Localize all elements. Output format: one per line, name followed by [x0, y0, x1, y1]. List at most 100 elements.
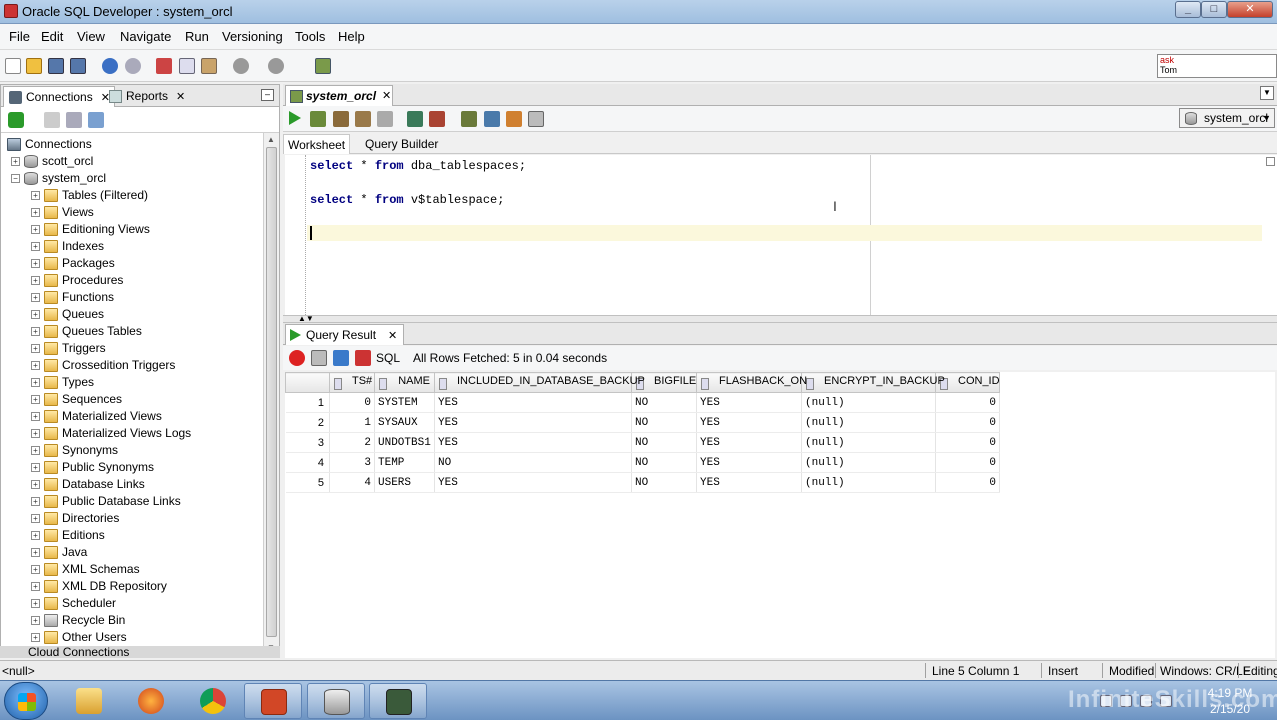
- expand-icon[interactable]: +: [31, 395, 40, 405]
- row-number[interactable]: 3: [285, 432, 330, 453]
- expand-icon[interactable]: +: [31, 412, 40, 422]
- run-statement-icon[interactable]: [289, 111, 301, 125]
- save-all-icon[interactable]: [70, 58, 86, 74]
- expand-icon[interactable]: +: [31, 531, 40, 541]
- tree-node[interactable]: + Queues Tables: [31, 324, 142, 341]
- run-script-icon[interactable]: [310, 111, 326, 127]
- ask-tom-search[interactable]: ask Tom: [1157, 54, 1277, 78]
- row-number[interactable]: 5: [285, 472, 330, 493]
- paste-icon[interactable]: [201, 58, 217, 74]
- expand-icon[interactable]: +: [31, 582, 40, 592]
- sql-worksheet-icon[interactable]: [315, 58, 331, 74]
- table-cell[interactable]: 0: [935, 432, 1000, 453]
- filter-icon[interactable]: [66, 112, 82, 128]
- tree-node[interactable]: + Database Links: [31, 477, 145, 494]
- table-row[interactable]: 3 2 UNDOTBS1 YES NO YES (null) 0: [285, 432, 1000, 453]
- expand-icon[interactable]: +: [31, 378, 40, 388]
- tree-node[interactable]: + Packages: [31, 256, 115, 273]
- column-header[interactable]: TS#: [329, 372, 375, 393]
- tab-connections[interactable]: Connections ✕: [3, 86, 115, 107]
- expand-icon[interactable]: +: [31, 310, 40, 320]
- cloud-connections-bar[interactable]: Cloud Connections: [0, 646, 280, 658]
- expand-icon[interactable]: +: [31, 259, 40, 269]
- menu-edit[interactable]: Edit: [41, 29, 63, 44]
- column-header[interactable]: FLASHBACK_ON: [696, 372, 807, 393]
- tree-node[interactable]: + scott_orcl: [11, 154, 93, 171]
- undo-icon[interactable]: [102, 58, 118, 74]
- tree-node[interactable]: + Scheduler: [31, 596, 116, 613]
- row-number[interactable]: 2: [285, 412, 330, 433]
- table-cell[interactable]: YES: [434, 412, 632, 433]
- table-row[interactable]: 4 3 TEMP NO NO YES (null) 0: [285, 452, 1000, 473]
- column-header[interactable]: CON_ID: [935, 372, 1000, 393]
- rollback-icon[interactable]: [429, 111, 445, 127]
- menu-help[interactable]: Help: [338, 29, 365, 44]
- expand-icon[interactable]: +: [31, 446, 40, 456]
- table-cell[interactable]: 0: [935, 412, 1000, 433]
- expand-icon[interactable]: +: [31, 191, 40, 201]
- tree-node[interactable]: + Functions: [31, 290, 114, 307]
- row-number[interactable]: 4: [285, 452, 330, 473]
- table-cell[interactable]: YES: [696, 412, 802, 433]
- row-number[interactable]: 1: [285, 392, 330, 413]
- unshared-sql-icon[interactable]: [461, 111, 477, 127]
- table-cell[interactable]: (null): [801, 412, 936, 433]
- expand-icon[interactable]: +: [31, 242, 40, 252]
- tab-worksheet[interactable]: Worksheet: [283, 134, 351, 154]
- table-cell[interactable]: NO: [631, 452, 697, 473]
- copy-icon[interactable]: [179, 58, 195, 74]
- add-connection-icon[interactable]: [8, 112, 24, 128]
- scroll-up-icon[interactable]: ▲: [267, 135, 275, 144]
- cut-icon[interactable]: [156, 58, 172, 74]
- table-cell[interactable]: 0: [935, 452, 1000, 473]
- tree-node[interactable]: + Synonyms: [31, 443, 118, 460]
- commit-icon[interactable]: [407, 111, 423, 127]
- expand-icon[interactable]: +: [31, 344, 40, 354]
- taskbar-recorder[interactable]: [369, 683, 427, 719]
- save-icon[interactable]: [48, 58, 64, 74]
- tab-system-orcl[interactable]: system_orcl ✕: [285, 85, 393, 106]
- print-icon[interactable]: [311, 350, 327, 366]
- table-cell[interactable]: YES: [434, 432, 632, 453]
- table-row[interactable]: 2 1 SYSAUX YES NO YES (null) 0: [285, 412, 1000, 433]
- table-cell[interactable]: 4: [329, 472, 375, 493]
- tree-node[interactable]: + XML DB Repository: [31, 579, 167, 596]
- expand-icon[interactable]: +: [31, 633, 40, 643]
- tree-node[interactable]: + Types: [31, 375, 94, 392]
- table-cell[interactable]: YES: [696, 392, 802, 413]
- taskbar-sql-developer[interactable]: [307, 683, 365, 719]
- tree-node[interactable]: + Tables (Filtered): [31, 188, 148, 205]
- table-cell[interactable]: UNDOTBS1: [374, 432, 435, 453]
- tree-node[interactable]: + Queues: [31, 307, 104, 324]
- table-cell[interactable]: SYSAUX: [374, 412, 435, 433]
- start-button[interactable]: [4, 682, 48, 720]
- column-header[interactable]: ENCRYPT_IN_BACKUP: [801, 372, 945, 393]
- table-cell[interactable]: NO: [631, 392, 697, 413]
- table-cell[interactable]: 3: [329, 452, 375, 473]
- tree-node[interactable]: + Views: [31, 205, 94, 222]
- table-cell[interactable]: YES: [696, 472, 802, 493]
- expand-icon[interactable]: +: [31, 276, 40, 286]
- table-cell[interactable]: 0: [935, 472, 1000, 493]
- expand-icon[interactable]: +: [31, 293, 40, 303]
- tree-node[interactable]: Connections: [7, 137, 92, 154]
- taskbar-explorer[interactable]: [60, 683, 118, 719]
- expand-icon[interactable]: +: [31, 327, 40, 337]
- tree-node[interactable]: + Materialized Views: [31, 409, 162, 426]
- menu-view[interactable]: View: [77, 29, 105, 44]
- expand-icon[interactable]: +: [31, 548, 40, 558]
- taskbar-powerpoint[interactable]: [244, 683, 302, 719]
- refresh-icon[interactable]: [333, 350, 349, 366]
- table-cell[interactable]: 0: [329, 392, 375, 413]
- tree-node[interactable]: + Editions: [31, 528, 105, 545]
- collapse-icon[interactable]: −: [11, 174, 20, 184]
- table-row[interactable]: 1 0 SYSTEM YES NO YES (null) 0: [285, 392, 1000, 413]
- taskbar-firefox[interactable]: [122, 683, 180, 719]
- back-icon[interactable]: [233, 58, 249, 74]
- minimize-button[interactable]: _: [1175, 1, 1201, 18]
- clear-icon[interactable]: [506, 111, 522, 127]
- expand-icon[interactable]: +: [31, 208, 40, 218]
- expand-icon[interactable]: +: [31, 429, 40, 439]
- tree-node[interactable]: + XML Schemas: [31, 562, 140, 579]
- tree-node[interactable]: − system_orcl: [11, 171, 106, 188]
